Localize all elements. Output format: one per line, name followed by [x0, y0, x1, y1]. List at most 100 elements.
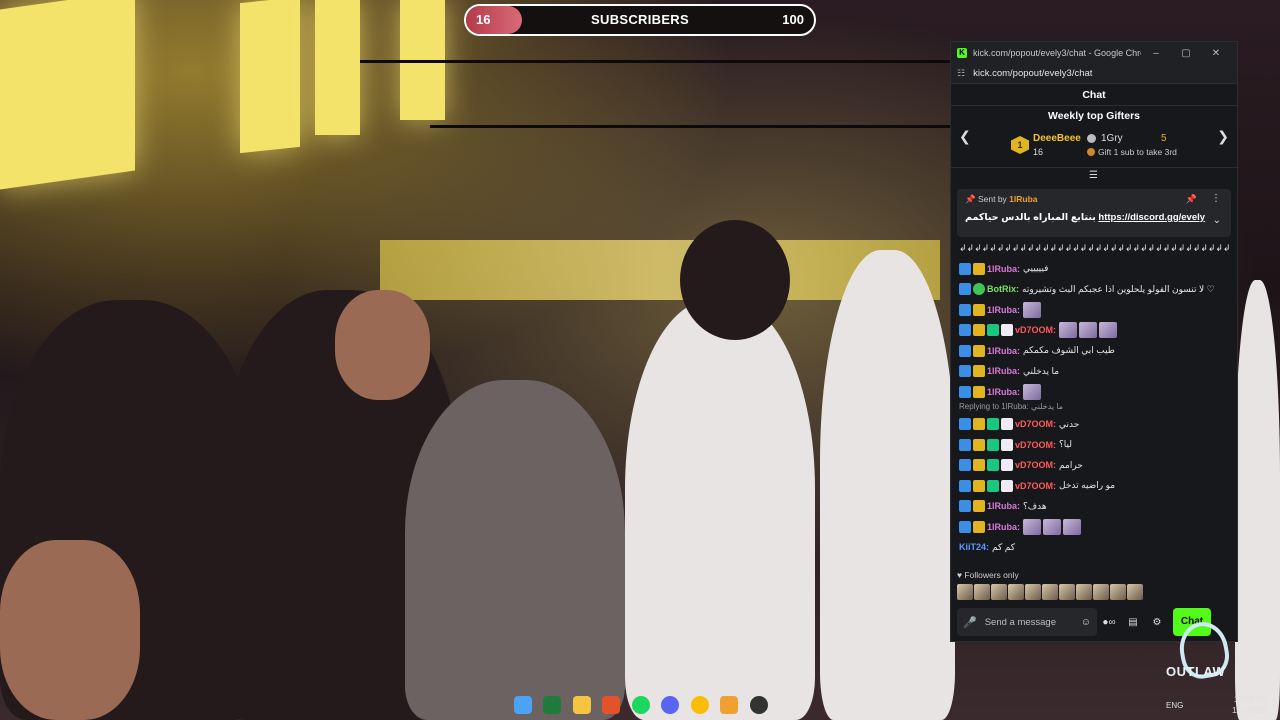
second-gifter-name[interactable]: 1Gry — [1101, 133, 1123, 144]
emoji-icon[interactable]: ☺ — [1081, 617, 1091, 628]
pinned-sender-row: 📌 Sent by 1lRuba — [965, 194, 1223, 205]
discord-icon[interactable] — [661, 696, 679, 714]
close-icon[interactable]: ✕ — [1201, 48, 1231, 59]
window-titlebar[interactable]: K kick.com/popout/evely3/chat - Google C… — [951, 42, 1237, 64]
site-info-icon[interactable]: ☷ — [957, 68, 965, 79]
chat-username[interactable]: vD7OOM: — [1015, 325, 1056, 335]
windows-start-icon[interactable] — [514, 696, 532, 714]
chat-emote — [1043, 518, 1062, 535]
chat-popup-window: K kick.com/popout/evely3/chat - Google C… — [950, 41, 1238, 642]
more-options-icon[interactable]: ⋮ — [1211, 193, 1221, 204]
user-badge-icon — [973, 500, 985, 513]
mic-icon[interactable]: 🎤 — [963, 616, 977, 629]
emote[interactable] — [1110, 584, 1126, 600]
chat-message[interactable]: ↲↲↲↲↲↲↲↲↲↲↲↲↲↲↲↲↲↲↲↲↲↲↲↲↲↲↲↲↲↲↲↲↲↲↲↲↲↲↲↲… — [959, 238, 1231, 259]
chat-username[interactable]: 1lRuba: — [987, 522, 1020, 532]
emote[interactable] — [957, 584, 973, 600]
chat-message[interactable]: BotRix: لا تنسون الفولو يلحلوين اذا عجبكم… — [959, 279, 1231, 300]
chat-input[interactable]: 🎤 Send a message ☺ — [957, 608, 1097, 636]
clock-date[interactable]: 11/7/2025 — [1232, 706, 1267, 715]
chat-message[interactable]: 1lRuba: — [959, 382, 1231, 403]
chevron-left-icon[interactable]: ❮ — [959, 128, 971, 145]
chat-message[interactable]: vD7OOM: — [959, 320, 1231, 341]
chat-message[interactable]: 1lRuba: طيب ابي الشوف مكمكم — [959, 341, 1231, 362]
chat-message[interactable]: vD7OOM: حرامم — [959, 455, 1231, 476]
emote-menu-icon[interactable]: ●∞ — [1097, 617, 1121, 628]
emote[interactable] — [1076, 584, 1092, 600]
chat-username[interactable]: 1lRuba: — [987, 346, 1020, 356]
top-gifter-name[interactable]: DeeeBeee — [1033, 133, 1081, 144]
chat-message-text: حدني — [1059, 418, 1080, 429]
pinned-sender[interactable]: 1lRuba — [1009, 194, 1037, 204]
chat-message[interactable]: 1lRuba: فيييييي — [959, 259, 1231, 280]
emote[interactable] — [974, 584, 990, 600]
emote[interactable] — [991, 584, 1007, 600]
chat-username[interactable]: 1lRuba: — [987, 264, 1020, 274]
chat-message[interactable]: vD7OOM: ليا؟ — [959, 435, 1231, 456]
chat-emote — [1063, 518, 1082, 535]
app-icon[interactable] — [720, 696, 738, 714]
chat-emote — [1059, 322, 1078, 339]
excel-icon[interactable] — [543, 696, 561, 714]
chat-message[interactable]: 1lRuba: — [959, 300, 1231, 321]
emote[interactable] — [1025, 584, 1041, 600]
chrome-icon[interactable] — [691, 696, 709, 714]
chat-username[interactable]: 1lRuba: — [987, 366, 1020, 376]
chat-username[interactable]: BotRix: — [987, 284, 1019, 294]
user-badge-icon — [959, 365, 971, 378]
chat-username[interactable]: 1lRuba: — [987, 387, 1020, 397]
chat-message[interactable]: 1lRuba: — [959, 517, 1231, 538]
pinned-link[interactable]: https://discord.gg/evely — [1098, 212, 1205, 223]
emote[interactable] — [1093, 584, 1109, 600]
emote[interactable] — [1059, 584, 1075, 600]
user-badge-icon — [959, 324, 971, 337]
second-gifter-count: 5 — [1161, 133, 1167, 144]
emote-quickbar — [957, 584, 1143, 600]
address-bar[interactable]: ☷ kick.com/popout/evely3/chat — [951, 64, 1237, 84]
pin-icon[interactable]: 📌 — [1186, 194, 1197, 205]
brave-browser-icon[interactable] — [602, 696, 620, 714]
user-badge-icon — [973, 324, 985, 337]
maximize-icon[interactable]: ▢ — [1171, 48, 1201, 59]
crowd-head — [680, 220, 790, 340]
chat-username[interactable]: vD7OOM: — [1015, 481, 1056, 491]
chevron-right-icon[interactable]: ❯ — [1217, 128, 1229, 145]
chat-username[interactable]: vD7OOM: — [1015, 419, 1056, 429]
user-badge-icon — [973, 283, 985, 296]
chat-message[interactable]: KiiT24: كم كم — [959, 537, 1231, 558]
language-indicator[interactable]: ENG — [1166, 701, 1183, 710]
chat-emote — [1099, 322, 1118, 339]
pinned-text: بنتابع المباراه بالدس حياكمم — [965, 212, 1096, 223]
store-icon[interactable]: ▤ — [1121, 617, 1145, 628]
filter-icon[interactable]: ☰ — [1089, 170, 1098, 181]
chat-username[interactable]: vD7OOM: — [1015, 460, 1056, 470]
chat-message-text: ↲↲↲↲↲↲↲↲↲↲↲↲↲↲↲↲↲↲↲↲↲↲↲↲↲↲↲↲↲↲↲↲↲↲↲↲↲↲↲↲… — [959, 242, 1231, 253]
rank-medal-icon: 1 — [1011, 136, 1029, 154]
chevron-down-icon[interactable]: ⌄ — [1213, 215, 1221, 226]
file-explorer-icon[interactable] — [573, 696, 591, 714]
user-badge-icon — [1001, 418, 1013, 431]
chat-username[interactable]: 1lRuba: — [987, 305, 1020, 315]
gift-hint-text: Gift 1 sub to take 3rd — [1098, 147, 1177, 157]
spotify-icon[interactable] — [632, 696, 650, 714]
chat-username[interactable]: KiiT24: — [959, 542, 989, 552]
crowd-person — [405, 380, 625, 720]
taskbar: ENG 10:49 PM 11/7/2025 — [0, 690, 1280, 720]
emote[interactable] — [1042, 584, 1058, 600]
chat-message[interactable]: vD7OOM: حدني — [959, 414, 1231, 435]
emote[interactable] — [1127, 584, 1143, 600]
chat-message[interactable]: 1lRuba: هدف؟ — [959, 496, 1231, 517]
reply-context: Replying to 1lRuba: ما يدخلني — [959, 402, 1064, 411]
clock-time[interactable]: 10:49 PM — [1234, 695, 1268, 704]
chat-username[interactable]: vD7OOM: — [1015, 440, 1056, 450]
obs-icon[interactable] — [750, 696, 768, 714]
stage-truss — [430, 125, 950, 128]
emote[interactable] — [1008, 584, 1024, 600]
chat-message[interactable]: 1lRuba: ما يدخلني — [959, 361, 1231, 382]
chat-username[interactable]: 1lRuba: — [987, 501, 1020, 511]
chat-message-text: لا تنسون الفولو يلحلوين اذا عجبكم البث و… — [1022, 283, 1215, 294]
user-badge-icon — [959, 262, 971, 275]
chat-message[interactable]: vD7OOM: مو راضيه تدخل — [959, 476, 1231, 497]
outlaw-watermark: OUTLAW — [1160, 618, 1280, 690]
minimize-icon[interactable]: – — [1141, 48, 1171, 59]
